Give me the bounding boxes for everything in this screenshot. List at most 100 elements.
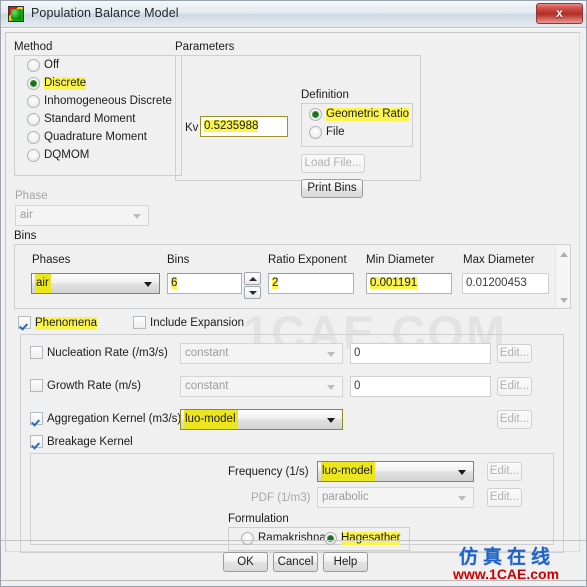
load-file-button[interactable]: Load File...: [301, 154, 365, 173]
pdf-combo-value: parabolic: [322, 491, 369, 503]
radio-file[interactable]: [309, 126, 322, 139]
method-group-label: Method: [14, 41, 53, 53]
dialog-footer: OK Cancel Help 仿真在线 www.1CAE.com: [1, 528, 586, 586]
frequency-label: Frequency (1/s): [228, 466, 309, 478]
breakage-kernel-label: Breakage Kernel: [47, 436, 133, 448]
bins-count-field[interactable]: 6: [167, 273, 242, 294]
ok-button[interactable]: OK: [223, 552, 268, 572]
method-label-dqmom: DQMOM: [44, 149, 90, 161]
definition-label-geometric-ratio: Geometric Ratio: [326, 108, 410, 121]
phase-label: Phase: [15, 190, 48, 202]
print-bins-button[interactable]: Print Bins: [301, 179, 363, 198]
radio-standard-moment[interactable]: [27, 113, 40, 126]
include-expansion-checkbox[interactable]: [133, 316, 146, 329]
radio-quadrature-moment[interactable]: [27, 131, 40, 144]
frequency-combo-value: luo-model: [321, 462, 375, 481]
include-expansion-label: Include Expansion: [150, 317, 244, 329]
window-title: Population Balance Model: [31, 6, 179, 20]
chevron-down-icon: [144, 281, 152, 287]
nucleation-rate-combo: constant: [180, 343, 343, 364]
parameters-group-label: Parameters: [175, 41, 235, 53]
help-button[interactable]: Help: [323, 552, 368, 572]
radio-discrete[interactable]: [27, 77, 40, 90]
method-label-off: Off: [44, 59, 60, 71]
population-balance-model-window: Population Balance Model x 1CAE.COM Meth…: [0, 0, 587, 587]
close-icon[interactable]: x: [536, 3, 583, 24]
max-diameter-value: 0.01200453: [466, 277, 527, 289]
ratio-exponent-field[interactable]: 2: [268, 273, 354, 294]
growth-rate-checkbox[interactable]: [30, 379, 43, 392]
bins-phases-combo[interactable]: air: [31, 273, 160, 294]
radio-geometric-ratio[interactable]: [309, 108, 322, 121]
nucleation-rate-value-field[interactable]: 0: [350, 343, 491, 364]
kv-label: Kv: [185, 122, 199, 134]
aggregation-kernel-checkbox[interactable]: [30, 412, 43, 425]
aggregation-kernel-label: Aggregation Kernel (m3/s): [47, 413, 182, 425]
footer-separator-bottom: [1, 580, 586, 581]
nucleation-rate-combo-value: constant: [185, 347, 229, 359]
watermark-chinese: 仿真在线: [459, 547, 556, 568]
pdf-label: PDF (1/m3): [251, 492, 311, 504]
method-label-standard-moment: Standard Moment: [44, 113, 136, 125]
bins-count-value: 6: [171, 277, 178, 289]
bins-header-phases: Phases: [32, 254, 71, 266]
bins-header-bins: Bins: [167, 254, 190, 266]
frequency-edit-button[interactable]: Edit...: [487, 462, 522, 481]
kv-field[interactable]: 0.5235988: [200, 116, 288, 137]
chevron-down-icon: [327, 384, 335, 390]
title-bar: Population Balance Model x: [1, 1, 586, 28]
radio-off[interactable]: [27, 59, 40, 72]
scroll-up-icon[interactable]: [556, 246, 571, 261]
phenomena-checkbox[interactable]: [18, 316, 31, 329]
nucleation-rate-edit-button[interactable]: Edit...: [497, 344, 532, 363]
aggregation-kernel-combo[interactable]: luo-model: [180, 409, 343, 430]
bins-vertical-scrollbar[interactable]: [555, 246, 570, 307]
max-diameter-field[interactable]: 0.01200453: [462, 273, 549, 294]
definition-label-file: File: [326, 126, 345, 138]
min-diameter-value: 0.001191: [370, 277, 418, 289]
aggregation-kernel-combo-value: luo-model: [184, 410, 238, 429]
formulation-group-label: Formulation: [228, 513, 289, 525]
growth-rate-value-field[interactable]: 0: [350, 376, 491, 397]
chevron-down-icon: [458, 495, 466, 501]
footer-separator-top: [1, 540, 586, 541]
screenshot-root: Population Balance Model x 1CAE.COM Meth…: [0, 0, 587, 587]
cancel-button[interactable]: Cancel: [273, 552, 318, 572]
chevron-down-icon: [458, 469, 466, 475]
growth-rate-edit-button[interactable]: Edit...: [497, 377, 532, 396]
nucleation-rate-checkbox[interactable]: [30, 346, 43, 359]
frequency-combo[interactable]: luo-model: [317, 461, 474, 482]
pdf-combo: parabolic: [317, 487, 474, 508]
chevron-down-icon: [327, 417, 335, 423]
bins-header-max-diameter: Max Diameter: [463, 254, 535, 266]
chevron-down-icon: [133, 213, 141, 219]
window-client-area: 1CAE.COM Method Off Discrete Inhomogeneo…: [1, 28, 586, 586]
app-icon: [8, 6, 24, 22]
growth-rate-label: Growth Rate (m/s): [47, 380, 141, 392]
radio-inhomogeneous-discrete[interactable]: [27, 95, 40, 108]
growth-rate-combo: constant: [180, 376, 343, 397]
phase-combo: air: [15, 205, 149, 226]
phase-combo-value: air: [20, 209, 33, 221]
pdf-edit-button[interactable]: Edit...: [487, 488, 522, 507]
aggregation-kernel-edit-button[interactable]: Edit...: [497, 410, 532, 429]
method-label-discrete: Discrete: [44, 77, 87, 90]
bins-count-stepper-up[interactable]: [244, 272, 261, 285]
min-diameter-field[interactable]: 0.001191: [366, 273, 452, 294]
bins-count-stepper-down[interactable]: [244, 286, 261, 299]
radio-dqmom[interactable]: [27, 149, 40, 162]
bins-header-ratio-exponent: Ratio Exponent: [268, 254, 347, 266]
phenomena-label: Phenomena: [35, 317, 98, 330]
nucleation-rate-label: Nucleation Rate (/m3/s): [47, 347, 168, 359]
growth-rate-value: 0: [354, 380, 361, 392]
method-label-inhomogeneous-discrete: Inhomogeneous Discrete: [44, 95, 172, 107]
kv-field-value: 0.5235988: [204, 120, 259, 132]
scroll-down-icon[interactable]: [556, 292, 571, 307]
breakage-kernel-checkbox[interactable]: [30, 435, 43, 448]
method-label-quadrature-moment: Quadrature Moment: [44, 131, 147, 143]
dialog-content: 1CAE.COM Method Off Discrete Inhomogeneo…: [5, 32, 580, 553]
bins-phases-value: air: [35, 274, 51, 293]
ratio-exponent-value: 2: [272, 277, 279, 289]
growth-rate-combo-value: constant: [185, 380, 229, 392]
chevron-down-icon: [327, 351, 335, 357]
